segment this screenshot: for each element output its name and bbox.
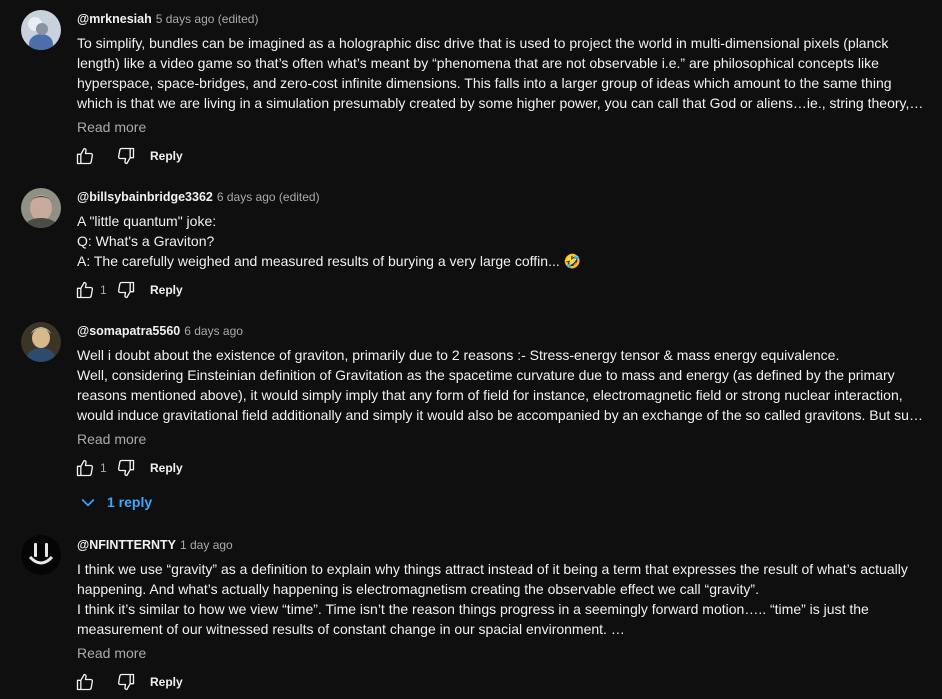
comment-line: Well, considering Einsteinian definition… <box>77 367 895 383</box>
comment-author[interactable]: @NFINTTERNTY <box>77 538 176 552</box>
like-count: 1 <box>100 461 107 475</box>
dislike-button[interactable] <box>114 278 138 302</box>
comment-line: A: The carefully weighed and measured re… <box>77 253 582 269</box>
comment-header: @somapatra5560 6 days ago <box>77 323 243 339</box>
comment-header: @mrknesiah 5 days ago (edited) <box>77 11 258 27</box>
thumbs-down-icon <box>117 673 135 691</box>
comment-actions: 1 Reply <box>73 456 183 480</box>
avatar[interactable] <box>21 188 61 228</box>
comment-line: measurement of our witnessed results of … <box>77 621 625 637</box>
comment-line: Q: What's a Graviton? <box>77 233 215 249</box>
like-button[interactable] <box>73 278 97 302</box>
comment-line: would induce gravitational field additio… <box>77 407 927 423</box>
comment-timestamp[interactable]: 5 days ago (edited) <box>156 12 259 26</box>
thumbs-up-icon <box>76 673 94 691</box>
comment-header: @billsybainbridge3362 6 days ago (edited) <box>77 189 320 205</box>
avatar[interactable] <box>21 10 61 50</box>
dislike-button[interactable] <box>114 456 138 480</box>
comment-line: reasons mentioned above), it would simpl… <box>77 387 903 403</box>
comment-actions: 1 Reply <box>73 278 183 302</box>
comment-author[interactable]: @somapatra5560 <box>77 324 180 338</box>
read-more-button[interactable]: Read more <box>77 429 146 449</box>
comment-line: A "little quantum" joke: <box>77 213 217 229</box>
comment-timestamp[interactable]: 6 days ago <box>184 324 243 338</box>
comment-line: I think we use “gravity” as a definition… <box>77 561 908 577</box>
thumbs-down-icon <box>117 147 135 165</box>
dislike-button[interactable] <box>114 670 138 694</box>
comment-text: To simplify, bundles can be imagined as … <box>77 33 927 113</box>
thumbs-down-icon <box>117 281 135 299</box>
comment-text: A "little quantum" joke: Q: What's a Gra… <box>77 211 927 271</box>
comment-line: To simplify, bundles can be imagined as … <box>77 35 889 51</box>
comment-line: I think it’s similar to how we view “tim… <box>77 601 869 617</box>
chevron-down-icon <box>81 498 95 507</box>
like-button[interactable] <box>73 670 97 694</box>
comment-text: I think we use “gravity” as a definition… <box>77 559 927 639</box>
comment-timestamp[interactable]: 1 day ago <box>180 538 233 552</box>
thumbs-down-icon <box>117 459 135 477</box>
reply-button[interactable]: Reply <box>150 675 183 689</box>
comment-line: happening. And what’s actually happening… <box>77 581 759 597</box>
comment-line: which is that we are living in a simulat… <box>77 95 927 111</box>
reply-button[interactable]: Reply <box>150 149 183 163</box>
thumbs-up-icon <box>76 147 94 165</box>
avatar[interactable] <box>21 535 61 575</box>
comment-timestamp[interactable]: 6 days ago (edited) <box>217 190 320 204</box>
comment-line: Well i doubt about the existence of grav… <box>77 347 840 363</box>
avatar[interactable] <box>21 322 61 362</box>
comment-author[interactable]: @mrknesiah <box>77 12 152 26</box>
replies-count-label: 1 reply <box>107 494 153 510</box>
dislike-button[interactable] <box>114 144 138 168</box>
comment-line: length) like a video game so that’s ofte… <box>77 55 879 71</box>
read-more-button[interactable]: Read more <box>77 117 146 137</box>
thumbs-up-icon <box>76 281 94 299</box>
comment-text: Well i doubt about the existence of grav… <box>77 345 927 425</box>
comment-actions: Reply <box>73 670 183 694</box>
comment-actions: Reply <box>73 144 183 168</box>
view-replies-button[interactable]: 1 reply <box>78 492 152 512</box>
reply-button[interactable]: Reply <box>150 283 183 297</box>
like-button[interactable] <box>73 144 97 168</box>
comment-author[interactable]: @billsybainbridge3362 <box>77 190 213 204</box>
like-button[interactable] <box>73 456 97 480</box>
thumbs-up-icon <box>76 459 94 477</box>
comment-header: @NFINTTERNTY 1 day ago <box>77 537 233 553</box>
comment-line: hyperspace, space-bridges, and zero-cost… <box>77 75 892 91</box>
like-count: 1 <box>100 283 107 297</box>
read-more-button[interactable]: Read more <box>77 643 146 663</box>
reply-button[interactable]: Reply <box>150 461 183 475</box>
